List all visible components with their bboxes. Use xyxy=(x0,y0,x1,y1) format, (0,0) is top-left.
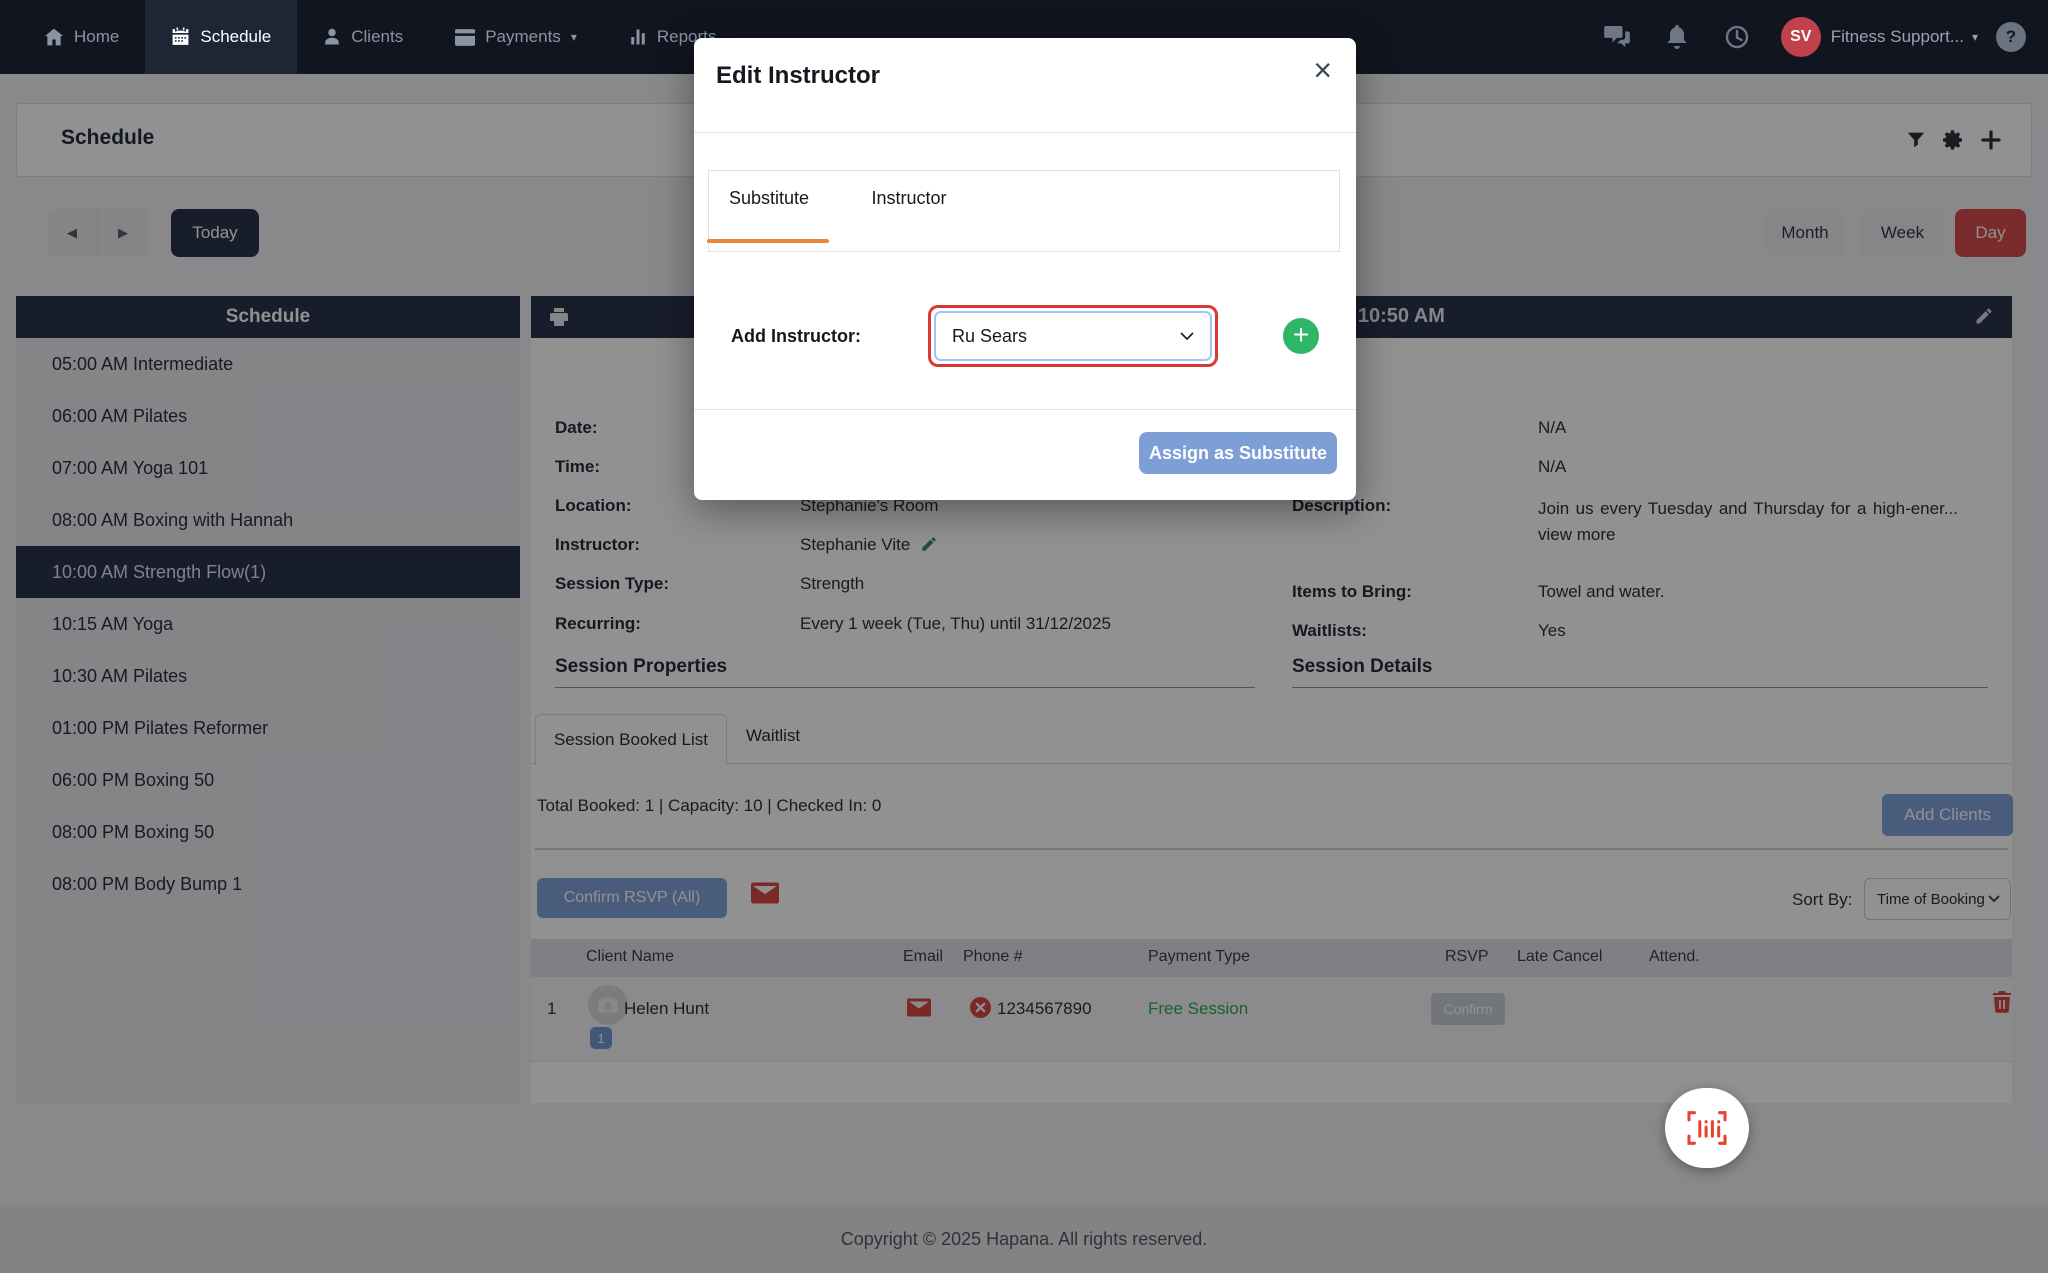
chevron-down-icon xyxy=(1180,332,1194,341)
clock-icon[interactable] xyxy=(1707,25,1767,49)
nav-schedule[interactable]: Schedule xyxy=(145,0,297,74)
tab-substitute[interactable]: Substitute xyxy=(707,159,831,237)
divider xyxy=(694,409,1356,410)
bell-icon[interactable] xyxy=(1647,25,1707,49)
nav-home[interactable]: Home xyxy=(18,0,145,74)
instructor-select[interactable]: Ru Sears xyxy=(934,311,1212,361)
caret-down-icon: ▾ xyxy=(571,30,577,44)
app-root: Schedule ◀ ▶ Today Month Week Day xyxy=(0,0,2048,1273)
divider xyxy=(694,132,1356,133)
active-tab-underline xyxy=(707,239,829,243)
close-icon[interactable]: × xyxy=(1313,54,1332,86)
barcode-scan-fab[interactable] xyxy=(1665,1088,1749,1168)
instructor-select-highlight-ring: Ru Sears xyxy=(928,305,1218,367)
caret-down-icon: ▾ xyxy=(1972,30,1978,44)
avatar[interactable]: SV xyxy=(1781,17,1821,57)
home-icon xyxy=(44,27,64,47)
payments-icon xyxy=(455,29,475,46)
nav-payments[interactable]: Payments ▾ xyxy=(429,0,603,74)
help-icon[interactable]: ? xyxy=(1996,22,2026,52)
chat-icon[interactable] xyxy=(1587,26,1647,48)
add-instructor-label: Add Instructor: xyxy=(731,326,861,347)
barcode-scan-icon xyxy=(1685,1110,1729,1146)
tab-instructor[interactable]: Instructor xyxy=(854,159,964,237)
nav-clients[interactable]: Clients xyxy=(297,0,429,74)
clients-icon xyxy=(323,27,341,47)
assign-as-substitute-button[interactable]: Assign as Substitute xyxy=(1139,432,1337,474)
add-instructor-plus-button[interactable]: + xyxy=(1283,318,1319,354)
edit-instructor-modal: Edit Instructor × Substitute Instructor … xyxy=(694,38,1356,500)
reports-icon xyxy=(629,28,647,46)
account-menu[interactable]: Fitness Support... ▾ xyxy=(1821,27,1988,47)
modal-title: Edit Instructor xyxy=(716,62,880,90)
calendar-icon xyxy=(171,27,190,47)
